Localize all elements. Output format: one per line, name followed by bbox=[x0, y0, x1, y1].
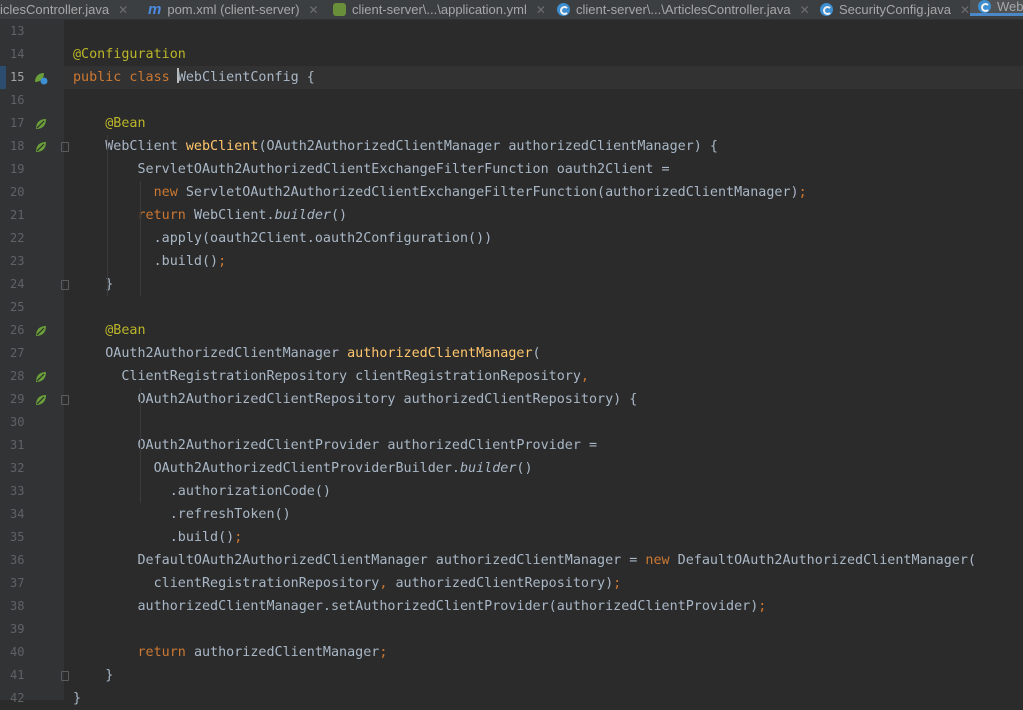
code-line: OAuth2AuthorizedClientRepository authori… bbox=[73, 392, 638, 407]
tab-label: pom.xml (client-server) bbox=[167, 2, 300, 17]
tab-articles-controller-partial[interactable]: iclesController.java ✕ bbox=[0, 0, 128, 19]
line-number: 22 bbox=[10, 231, 25, 245]
line-number: 41 bbox=[10, 668, 25, 682]
tab-application-yml[interactable]: client-server\...\application.yml ✕ bbox=[333, 0, 546, 19]
code-line: @Configuration bbox=[73, 47, 186, 62]
tab-pom-xml[interactable]: m pom.xml (client-server) ✕ bbox=[148, 0, 319, 19]
fold-marker-icon[interactable] bbox=[61, 280, 69, 290]
maven-icon: m bbox=[148, 1, 162, 18]
line-number: 31 bbox=[10, 438, 25, 452]
line-number: 19 bbox=[10, 162, 25, 176]
code-line: DefaultOAuth2AuthorizedClientManager aut… bbox=[73, 553, 976, 568]
close-icon[interactable]: ✕ bbox=[960, 3, 970, 17]
code-line: .build(); bbox=[73, 254, 227, 269]
close-icon[interactable]: ✕ bbox=[536, 3, 546, 17]
code-line: clientRegistrationRepository, authorized… bbox=[73, 576, 622, 591]
tab-label: SecurityConfig.java bbox=[839, 2, 951, 17]
line-number: 20 bbox=[10, 185, 25, 199]
indent-guide bbox=[140, 457, 141, 503]
tab-label: Web bbox=[997, 0, 1023, 14]
code-line: new ServletOAuth2AuthorizedClientExchang… bbox=[73, 185, 807, 200]
code-line: .apply(oauth2Client.oauth2Configuration(… bbox=[73, 231, 493, 246]
line-number: 37 bbox=[10, 576, 25, 590]
line-number: 38 bbox=[10, 599, 25, 613]
fold-marker-icon[interactable] bbox=[61, 395, 69, 405]
spring-bean-icon[interactable] bbox=[34, 323, 48, 337]
tab-articles-controller[interactable]: client-server\...\ArticlesController.jav… bbox=[557, 0, 810, 19]
text-caret bbox=[176, 68, 179, 83]
tab-label: client-server\...\ArticlesController.jav… bbox=[576, 2, 791, 17]
close-icon[interactable]: ✕ bbox=[800, 3, 810, 17]
line-number: 13 bbox=[10, 24, 25, 38]
line-number: 36 bbox=[10, 553, 25, 567]
tab-webclient-config[interactable]: Web bbox=[970, 0, 1023, 16]
current-line-marker bbox=[0, 66, 6, 89]
indent-guide bbox=[140, 388, 141, 457]
line-number: 24 bbox=[10, 277, 25, 291]
code-line: return WebClient.builder() bbox=[73, 208, 348, 223]
line-number: 42 bbox=[10, 691, 25, 705]
code-line: authorizedClientManager.setAuthorizedCli… bbox=[73, 599, 767, 614]
editor-tab-bar: iclesController.java ✕ m pom.xml (client… bbox=[0, 0, 1023, 20]
line-number: 30 bbox=[10, 415, 25, 429]
indent-guide bbox=[107, 135, 108, 296]
code-line: @Bean bbox=[73, 116, 146, 131]
class-icon bbox=[820, 3, 833, 16]
line-number: 23 bbox=[10, 254, 25, 268]
line-number: 27 bbox=[10, 346, 25, 360]
line-number: 32 bbox=[10, 461, 25, 475]
line-number: 34 bbox=[10, 507, 25, 521]
code-line: @Bean bbox=[73, 323, 146, 338]
code-line: OAuth2AuthorizedClientManager authorized… bbox=[73, 346, 541, 361]
code-line: OAuth2AuthorizedClientProviderBuilder.bu… bbox=[73, 461, 533, 476]
line-number: 16 bbox=[10, 93, 25, 107]
code-line: return authorizedClientManager; bbox=[73, 645, 388, 660]
code-line: .refreshToken() bbox=[73, 507, 291, 522]
class-icon bbox=[978, 0, 991, 13]
spring-bean-icon[interactable] bbox=[34, 369, 48, 383]
tab-label: client-server\...\application.yml bbox=[352, 2, 527, 17]
code-line: } bbox=[73, 668, 114, 683]
line-number: 39 bbox=[10, 622, 25, 636]
code-line: WebClient webClient(OAuth2AuthorizedClie… bbox=[73, 139, 718, 154]
line-number: 21 bbox=[10, 208, 25, 222]
code-line: public class WebClientConfig { bbox=[73, 68, 315, 85]
code-line: } bbox=[73, 691, 82, 706]
line-number: 33 bbox=[10, 484, 25, 498]
fold-marker-icon[interactable] bbox=[61, 671, 69, 681]
spring-config-icon[interactable] bbox=[34, 70, 48, 85]
code-line: ClientRegistrationRepository clientRegis… bbox=[73, 369, 589, 384]
indent-guide bbox=[140, 181, 141, 296]
line-number-gutter[interactable]: 13 14 15 16 17 18 19 20 21 22 23 24 25 26 27 28 29 30 31 32… bbox=[0, 20, 69, 705]
class-icon bbox=[557, 3, 570, 16]
spring-bean-icon[interactable] bbox=[34, 116, 48, 130]
code-line: OAuth2AuthorizedClientProvider authorize… bbox=[73, 438, 598, 453]
line-number: 14 bbox=[10, 47, 25, 61]
line-number: 40 bbox=[10, 645, 25, 659]
close-icon[interactable]: ✕ bbox=[118, 3, 128, 17]
spring-bean-icon[interactable] bbox=[34, 139, 48, 153]
spring-bean-icon[interactable] bbox=[34, 392, 48, 406]
code-line: .authorizationCode() bbox=[73, 484, 331, 499]
fold-marker-icon[interactable] bbox=[61, 142, 69, 152]
line-number: 25 bbox=[10, 300, 25, 314]
code-line: ServletOAuth2AuthorizedClientExchangeFil… bbox=[73, 162, 670, 177]
tab-label: iclesController.java bbox=[0, 2, 110, 17]
close-icon[interactable]: ✕ bbox=[309, 3, 319, 17]
line-number: 35 bbox=[10, 530, 25, 544]
code-line: .build(); bbox=[73, 530, 243, 545]
yaml-icon bbox=[333, 3, 346, 16]
tab-security-config[interactable]: SecurityConfig.java ✕ bbox=[820, 0, 970, 19]
